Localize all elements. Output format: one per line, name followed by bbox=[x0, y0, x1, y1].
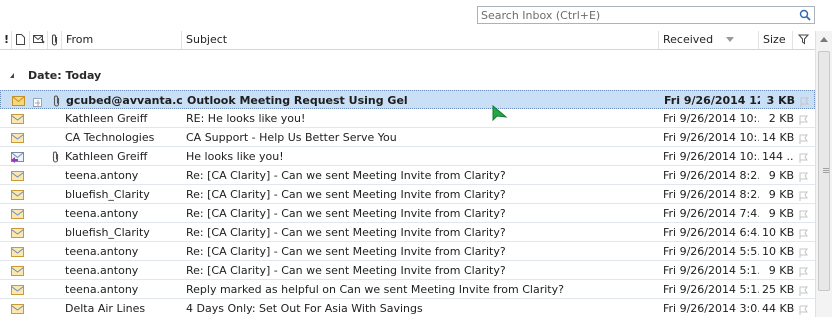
message-subject: He looks like you! bbox=[186, 150, 284, 163]
message-size: 14 KB bbox=[762, 131, 794, 144]
scroll-up-arrow-icon[interactable] bbox=[820, 37, 828, 42]
paperclip-icon bbox=[51, 34, 58, 46]
column-header-row: ! From Subject Received Size bbox=[0, 31, 815, 50]
message-from: teena.antony bbox=[65, 245, 139, 258]
message-received: Fri 9/26/2014 10:... bbox=[663, 131, 759, 144]
date-group-header[interactable]: Date: Today bbox=[0, 67, 815, 85]
filter-flag-icon bbox=[798, 34, 809, 45]
message-from: bluefish_Clarity bbox=[65, 226, 150, 239]
message-row[interactable]: teena.antony Re: [CA Clarity] - Can we se… bbox=[0, 242, 815, 261]
message-from: Delta Air Lines bbox=[65, 302, 146, 315]
message-row[interactable]: teena.antony Re: [CA Clarity] - Can we se… bbox=[0, 166, 815, 185]
message-received: Fri 9/26/2014 5:1... bbox=[663, 264, 759, 277]
message-row[interactable]: CA Technologies CA Support - Help Us Bett… bbox=[0, 128, 815, 147]
message-row[interactable]: gcubed@avvanta.com Outlook Meeting Reques… bbox=[0, 90, 815, 109]
message-received: Fri 9/26/2014 10:... bbox=[663, 150, 759, 163]
message-from: CA Technologies bbox=[65, 131, 155, 144]
vertical-scrollbar[interactable] bbox=[815, 31, 832, 317]
message-subject: Outlook Meeting Request Using Gel bbox=[187, 94, 408, 107]
message-received: Fri 9/26/2014 6:4... bbox=[663, 226, 759, 239]
mouse-cursor-icon bbox=[492, 105, 508, 122]
search-icon[interactable] bbox=[799, 9, 811, 21]
envelope-icon bbox=[11, 302, 25, 317]
from-column-header[interactable]: From bbox=[62, 31, 182, 49]
message-row[interactable]: Kathleen Greiff RE: He looks like you! Fri… bbox=[0, 109, 815, 128]
sort-descending-icon bbox=[726, 37, 734, 42]
search-bar bbox=[0, 0, 832, 32]
message-received: Fri 9/26/2014 3:0... bbox=[663, 302, 759, 315]
scrollbar-thumb[interactable] bbox=[818, 51, 830, 291]
flag-column-header[interactable] bbox=[793, 31, 815, 49]
message-row[interactable]: teena.antony Re: [CA Clarity] - Can we se… bbox=[0, 204, 815, 223]
message-from: bluefish_Clarity bbox=[65, 188, 150, 201]
message-size: 3 KB bbox=[766, 94, 795, 107]
message-from: gcubed@avvanta.com bbox=[66, 94, 182, 107]
message-subject: Re: [CA Clarity] - Can we sent Meeting I… bbox=[186, 226, 506, 239]
message-row[interactable]: Delta Air Lines 4 Days Only: Set Out For … bbox=[0, 299, 815, 317]
message-size: 2 KB bbox=[768, 112, 794, 125]
message-from: teena.antony bbox=[65, 283, 139, 296]
message-from: Kathleen Greiff bbox=[65, 112, 148, 125]
search-input[interactable] bbox=[478, 7, 799, 23]
message-size: 44 KB bbox=[762, 302, 794, 315]
message-size: 144 ... bbox=[762, 150, 794, 163]
message-subject: Reply marked as helpful on Can we sent M… bbox=[186, 283, 564, 296]
message-subject: CA Support - Help Us Better Serve You bbox=[186, 131, 397, 144]
grip-line bbox=[823, 172, 829, 173]
importance-column-header[interactable]: ! bbox=[0, 31, 12, 49]
message-received: Fri 9/26/2014 8:2... bbox=[663, 188, 759, 201]
message-from: teena.antony bbox=[65, 207, 139, 220]
search-box[interactable] bbox=[477, 6, 815, 24]
collapse-triangle-icon[interactable] bbox=[10, 73, 14, 78]
message-size: 9 KB bbox=[768, 264, 794, 277]
follow-up-flag-icon[interactable] bbox=[798, 303, 809, 317]
message-size: 9 KB bbox=[768, 188, 794, 201]
message-received: Fri 9/26/2014 7:4... bbox=[663, 207, 759, 220]
message-row[interactable]: Kathleen Greiff He looks like you! Fri 9/2… bbox=[0, 147, 815, 166]
group-label: Date: Today bbox=[28, 69, 102, 82]
message-size: 25 KB bbox=[762, 283, 794, 296]
message-subject: RE: He looks like you! bbox=[186, 112, 306, 125]
flag-status-column-header[interactable] bbox=[30, 31, 48, 49]
message-subject: Re: [CA Clarity] - Can we sent Meeting I… bbox=[186, 245, 506, 258]
reminder-icon bbox=[33, 35, 45, 44]
message-size: 9 KB bbox=[768, 169, 794, 182]
attachment-column-header[interactable] bbox=[48, 31, 62, 49]
received-column-header[interactable]: Received bbox=[659, 31, 759, 49]
document-icon bbox=[16, 34, 25, 45]
subject-column-header[interactable]: Subject bbox=[182, 31, 659, 49]
message-size: 10 KB bbox=[762, 245, 794, 258]
icon-column-header[interactable] bbox=[12, 31, 30, 49]
message-subject: Re: [CA Clarity] - Can we sent Meeting I… bbox=[186, 264, 506, 277]
message-subject: Re: [CA Clarity] - Can we sent Meeting I… bbox=[186, 188, 506, 201]
message-received: Fri 9/26/2014 10:... bbox=[663, 112, 759, 125]
message-list: Date: Today gcubed@avvanta.com Outlook Me… bbox=[0, 50, 815, 317]
message-row[interactable]: teena.antony Reply marked as helpful on C… bbox=[0, 280, 815, 299]
message-row[interactable]: teena.antony Re: [CA Clarity] - Can we se… bbox=[0, 261, 815, 280]
size-column-header[interactable]: Size bbox=[759, 31, 793, 49]
message-received: Fri 9/26/2014 8:2... bbox=[663, 169, 759, 182]
message-subject: 4 Days Only: Set Out For Asia With Savin… bbox=[186, 302, 423, 315]
message-row[interactable]: bluefish_Clarity Re: [CA Clarity] - Can w… bbox=[0, 185, 815, 204]
message-received: Fri 9/26/2014 12:... bbox=[664, 94, 760, 107]
message-size: 9 KB bbox=[768, 207, 794, 220]
message-from: teena.antony bbox=[65, 264, 139, 277]
message-size: 10 KB bbox=[762, 226, 794, 239]
message-subject: Re: [CA Clarity] - Can we sent Meeting I… bbox=[186, 169, 506, 182]
message-received: Fri 9/26/2014 5:1... bbox=[663, 283, 759, 296]
grip-line bbox=[823, 168, 829, 169]
message-row[interactable]: bluefish_Clarity Re: [CA Clarity] - Can w… bbox=[0, 223, 815, 242]
message-subject: Re: [CA Clarity] - Can we sent Meeting I… bbox=[186, 207, 506, 220]
message-from: teena.antony bbox=[65, 169, 139, 182]
message-from: Kathleen Greiff bbox=[65, 150, 148, 163]
received-column-label: Received bbox=[663, 33, 714, 46]
message-received: Fri 9/26/2014 5:5... bbox=[663, 245, 759, 258]
grip-line bbox=[823, 170, 829, 171]
